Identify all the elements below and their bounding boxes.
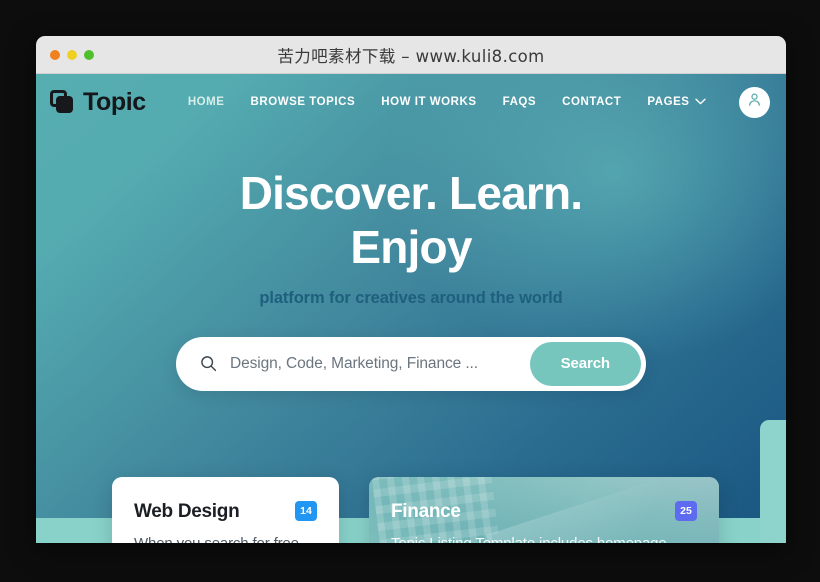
nav-link-home[interactable]: HOME [188, 96, 225, 108]
topic-cards: Web Design 14 When you search for free C… [112, 477, 786, 543]
topic-card-web-design[interactable]: Web Design 14 When you search for free C… [112, 477, 339, 543]
card-count-badge: 25 [675, 501, 697, 521]
nav-link-pages[interactable]: PAGES [647, 96, 706, 108]
card-title: Finance [391, 501, 461, 522]
nav-link-contact[interactable]: CONTACT [562, 96, 621, 108]
hero-title-line-2: Enjoy [350, 221, 472, 274]
search-bar: Search [176, 336, 646, 391]
chevron-down-icon [694, 96, 706, 108]
site-logo[interactable]: Topic [50, 88, 146, 117]
nav-link-browse-topics[interactable]: BROWSE TOPICS [251, 96, 356, 108]
nav-link-faqs[interactable]: FAQS [503, 96, 537, 108]
card-description: Topic Listing Template includes homepage… [391, 533, 697, 543]
card-title: Web Design [134, 501, 240, 522]
hero-title-line-1: Discover. Learn. [239, 167, 583, 219]
hero-title: Discover. Learn. Enjoy [196, 166, 626, 275]
browser-window: 苦力吧素材下载 – www.kuli8.com Topic HOME BROWS… [36, 36, 786, 543]
user-avatar-icon [747, 92, 762, 112]
site-navbar: Topic HOME BROWSE TOPICS HOW IT WORKS FA… [36, 74, 786, 130]
user-avatar-button[interactable] [739, 86, 770, 118]
card-header: Web Design 14 [134, 501, 317, 523]
page-viewport: Topic HOME BROWSE TOPICS HOW IT WORKS FA… [36, 74, 786, 543]
logo-text: Topic [83, 87, 146, 116]
card-header: Finance 25 [391, 501, 697, 523]
hero-section: Discover. Learn. Enjoy platform for crea… [36, 130, 786, 308]
browser-title-bar: 苦力吧素材下载 – www.kuli8.com [36, 36, 786, 74]
nav-link-how-it-works[interactable]: HOW IT WORKS [381, 96, 476, 108]
overlapping-squares-icon [50, 90, 74, 114]
nav-links: HOME BROWSE TOPICS HOW IT WORKS FAQS CON… [188, 96, 706, 108]
window-title: 苦力吧素材下载 – www.kuli8.com [277, 46, 545, 66]
search-icon [200, 355, 217, 372]
search-input[interactable] [230, 354, 530, 373]
hero-subtitle: platform for creatives around the world [259, 288, 563, 307]
topic-card-finance[interactable]: Finance 25 Topic Listing Template includ… [369, 477, 719, 543]
card-description: When you search for free CSS templates, [134, 533, 317, 543]
card-count-badge: 14 [295, 501, 317, 521]
nav-link-pages-label: PAGES [647, 96, 690, 108]
search-button[interactable]: Search [529, 341, 641, 386]
